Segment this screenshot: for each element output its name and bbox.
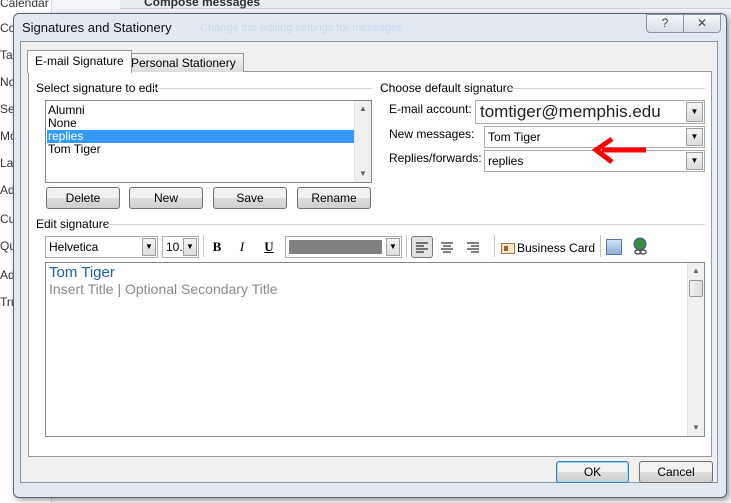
business-card-icon — [501, 242, 515, 254]
divider — [152, 88, 372, 89]
signature-list[interactable]: Alumni None replies Tom Tiger ▲ ▼ — [45, 100, 372, 183]
signature-name-line: Tom Tiger — [49, 264, 115, 281]
tab-email-signature[interactable]: E-mail Signature — [27, 50, 132, 73]
align-left-button[interactable] — [411, 236, 433, 258]
list-item[interactable]: None — [47, 117, 355, 130]
font-color-swatch — [289, 240, 382, 254]
signature-editor[interactable]: Tom Tiger Insert Title | Optional Second… — [45, 262, 705, 437]
bold-button[interactable]: B — [207, 237, 227, 257]
insert-hyperlink-icon[interactable] — [631, 237, 649, 257]
email-account-label: E-mail account: — [389, 102, 472, 116]
save-button[interactable]: Save — [213, 187, 287, 209]
business-card-button[interactable]: Business Card — [501, 238, 595, 258]
separator — [406, 235, 407, 257]
replies-forwards-label: Replies/forwards: — [389, 151, 482, 165]
italic-button[interactable]: I — [232, 237, 252, 257]
chevron-down-icon[interactable]: ▼ — [686, 128, 703, 146]
underline-button[interactable]: U — [259, 237, 279, 257]
replies-forwards-value: replies — [488, 154, 524, 168]
tab-label: Personal Stationery — [131, 56, 236, 70]
default-signature-heading: Choose default signature — [380, 81, 514, 95]
cancel-button[interactable]: Cancel — [639, 461, 713, 483]
faded-background-text: Change the editing settings for messages — [200, 22, 403, 34]
help-button[interactable]: ? — [646, 14, 684, 33]
align-right-icon — [467, 242, 479, 253]
font-select[interactable]: Helvetica ▼ — [45, 236, 158, 258]
scroll-up-icon[interactable]: ▲ — [355, 101, 371, 117]
insert-picture-icon[interactable] — [606, 239, 622, 255]
delete-button[interactable]: Delete — [46, 187, 120, 209]
new-messages-value: Tom Tiger — [488, 130, 541, 144]
background-header: Compose messages — [120, 0, 731, 9]
email-account-value: tomtiger@memphis.edu — [480, 102, 661, 121]
tab-label: E-mail Signature — [35, 54, 124, 68]
font-color-select[interactable]: ▼ — [285, 236, 402, 258]
tab-personal-stationery[interactable]: Personal Stationery — [123, 53, 244, 72]
chevron-down-icon[interactable]: ▼ — [386, 238, 400, 256]
chevron-down-icon[interactable]: ▼ — [142, 238, 156, 256]
email-account-select[interactable]: tomtiger@memphis.edu ▼ — [475, 100, 705, 124]
new-button[interactable]: New — [129, 187, 203, 209]
scroll-thumb[interactable] — [689, 280, 703, 297]
list-item[interactable]: Tom Tiger — [47, 143, 355, 156]
business-card-label: Business Card — [517, 241, 596, 255]
divider — [508, 88, 705, 89]
scroll-down-icon[interactable]: ▼ — [688, 420, 704, 436]
separator — [600, 235, 601, 257]
close-button[interactable]: ✕ — [683, 14, 721, 33]
dialog-title: Signatures and Stationery — [22, 20, 172, 35]
new-messages-label: New messages: — [389, 127, 475, 141]
red-arrow-annotation — [591, 136, 646, 164]
select-signature-heading: Select signature to edit — [36, 81, 159, 95]
font-value: Helvetica — [49, 240, 99, 254]
align-left-icon — [416, 242, 428, 253]
scroll-down-icon[interactable]: ▼ — [355, 166, 371, 182]
font-size-value: 10. — [166, 240, 183, 254]
list-scrollbar[interactable]: ▲ ▼ — [354, 101, 371, 182]
chevron-down-icon[interactable]: ▼ — [686, 102, 703, 122]
align-right-button[interactable] — [463, 237, 483, 257]
divider — [107, 224, 705, 225]
list-item[interactable]: Alumni — [47, 104, 355, 117]
align-center-icon — [441, 242, 453, 253]
scroll-up-icon[interactable]: ▲ — [688, 263, 704, 279]
signature-title-line: Insert Title | Optional Secondary Title — [49, 281, 278, 297]
background-header-text: Compose messages — [144, 0, 261, 9]
align-center-button[interactable] — [437, 237, 457, 257]
separator — [203, 235, 204, 257]
nav-fragment: Calendar — [0, 0, 49, 10]
editor-scrollbar[interactable]: ▲ ▼ — [687, 263, 704, 436]
font-size-select[interactable]: 10. ▼ — [162, 236, 199, 258]
ok-button[interactable]: OK — [556, 461, 629, 483]
edit-signature-heading: Edit signature — [36, 217, 110, 231]
separator — [494, 235, 495, 257]
chevron-down-icon[interactable]: ▼ — [686, 152, 703, 170]
chevron-down-icon[interactable]: ▼ — [183, 238, 197, 256]
rename-button[interactable]: Rename — [297, 187, 371, 209]
